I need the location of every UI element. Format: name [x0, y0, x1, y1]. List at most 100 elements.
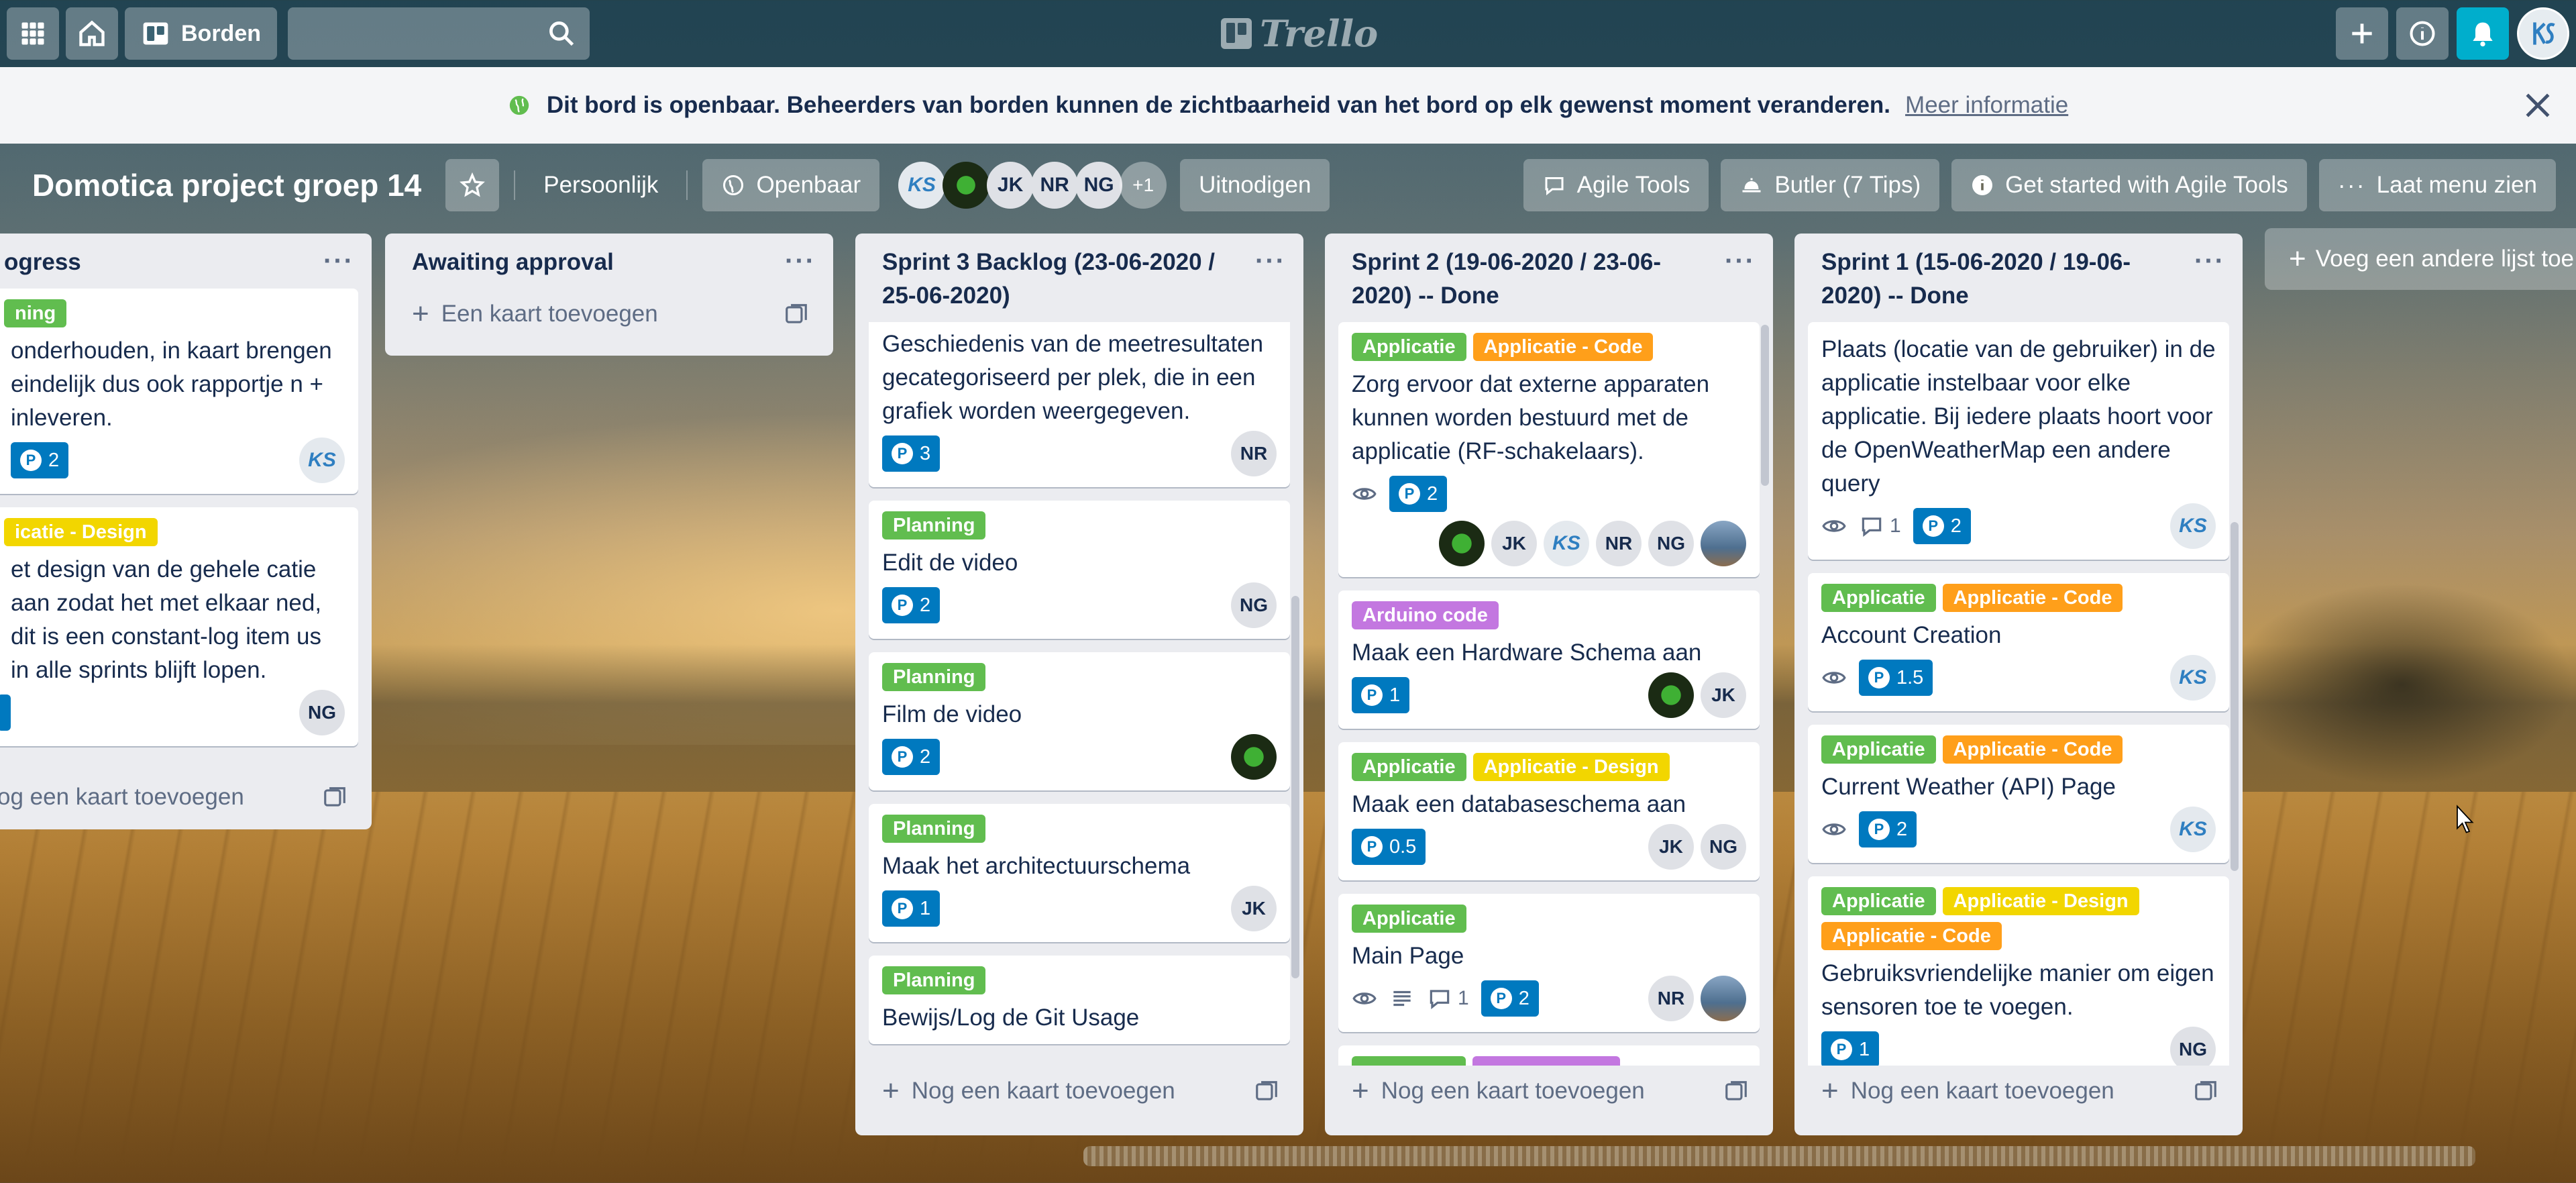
- visibility-button[interactable]: Openbaar: [702, 159, 880, 211]
- card[interactable]: Applicatie Applicatie - Design Maak een …: [1338, 742, 1760, 880]
- add-card-button[interactable]: + Nog een kaart toevoegen: [1325, 1066, 1773, 1121]
- list-menu-icon[interactable]: ···: [323, 244, 354, 278]
- card[interactable]: Applicatie Applicatie - Code Account Cre…: [1808, 573, 2229, 711]
- notifications-button[interactable]: [2457, 7, 2509, 60]
- comments-badge: 1: [1859, 513, 1901, 539]
- list-header[interactable]: Awaiting approval ···: [385, 234, 833, 289]
- card[interactable]: Geschiedenis van de meetresultaten gecat…: [869, 322, 1290, 487]
- close-icon[interactable]: [2520, 87, 2556, 123]
- board-horizontal-scrollbar[interactable]: [1083, 1146, 2475, 1166]
- card-member-avatar[interactable]: JK: [1648, 824, 1694, 870]
- list-menu-icon[interactable]: ···: [785, 244, 816, 278]
- card[interactable]: Planning Edit de video P2 NG: [869, 501, 1290, 639]
- more-members-button[interactable]: +1: [1120, 162, 1167, 209]
- list-header[interactable]: Sprint 1 (15-06-2020 / 19-06-2020) -- Do…: [1794, 234, 2243, 322]
- card-member-avatar[interactable]: JK: [1491, 521, 1537, 566]
- card-member-avatar[interactable]: NR: [1596, 521, 1642, 566]
- apps-button[interactable]: [7, 7, 59, 60]
- card-member-avatar[interactable]: NG: [299, 690, 345, 735]
- add-card-button[interactable]: + Nog een kaart toevoegen: [1794, 1066, 2243, 1121]
- card-member-avatar[interactable]: [1439, 521, 1485, 566]
- card[interactable]: Applicatie Main Page 1 P2 NR: [1338, 894, 1760, 1032]
- card[interactable]: Applicatie Applicatie - Code Zorg ervoor…: [1338, 322, 1760, 577]
- list-header[interactable]: ogress ···: [0, 234, 372, 289]
- add-card-button[interactable]: + Een kaart toevoegen: [385, 289, 833, 344]
- card-member-avatar[interactable]: KS: [299, 438, 345, 483]
- add-card-button[interactable]: og een kaart toevoegen: [0, 772, 372, 827]
- user-avatar[interactable]: [2517, 7, 2569, 60]
- member-avatar-plant[interactable]: [943, 162, 990, 209]
- card-member-avatar[interactable]: NR: [1648, 976, 1694, 1021]
- create-button[interactable]: [2336, 7, 2388, 60]
- card-member-avatar[interactable]: [1648, 672, 1694, 718]
- card-template-icon[interactable]: [2193, 1079, 2218, 1104]
- home-button[interactable]: [66, 7, 118, 60]
- points-icon: P: [1399, 483, 1420, 505]
- list-header[interactable]: Sprint 2 (19-06-2020 / 23-06-2020) -- Do…: [1325, 234, 1773, 322]
- member-avatar-ng[interactable]: NG: [1075, 162, 1123, 209]
- board-title[interactable]: Domotica project groep 14: [32, 167, 421, 203]
- story-points-badge: P1: [1352, 677, 1410, 713]
- story-points-badge: P2: [882, 739, 941, 775]
- card-member-avatar[interactable]: [1701, 976, 1746, 1021]
- card-template-icon[interactable]: [1723, 1079, 1749, 1104]
- card-member-avatar[interactable]: NR: [1231, 431, 1277, 476]
- card-template-icon[interactable]: [784, 302, 809, 327]
- card-member-avatar[interactable]: KS: [2170, 655, 2216, 701]
- list-menu-icon[interactable]: ···: [1255, 244, 1286, 278]
- card[interactable]: icatie - Design et design van de gehele …: [0, 507, 358, 746]
- card[interactable]: Planning Bewijs/Log de Git Usage: [869, 956, 1290, 1044]
- card[interactable]: Plaats (locatie van de gebruiker) in de …: [1808, 322, 2229, 560]
- card-container: Applicatie Applicatie - Code Zorg ervoor…: [1325, 322, 1773, 1066]
- card[interactable]: Applicatie Applicatie - Code Current Wea…: [1808, 725, 2229, 863]
- card-member-avatar[interactable]: JK: [1231, 886, 1277, 931]
- show-menu-button[interactable]: ··· Laat menu zien: [2318, 159, 2556, 211]
- card-member-avatar[interactable]: NG: [2170, 1027, 2216, 1066]
- invite-button[interactable]: Uitnodigen: [1180, 159, 1330, 211]
- list-menu-icon[interactable]: ···: [1725, 244, 1756, 278]
- member-avatar-nr[interactable]: NR: [1031, 162, 1079, 209]
- trello-logo-icon: [1221, 18, 1252, 49]
- get-started-button[interactable]: Get started with Agile Tools: [1951, 159, 2307, 211]
- list-menu-icon[interactable]: ···: [2194, 244, 2225, 278]
- card-member-avatar[interactable]: KS: [1544, 521, 1589, 566]
- card-member-avatar[interactable]: KS: [2170, 807, 2216, 852]
- card-member-avatar[interactable]: NG: [1648, 521, 1694, 566]
- card[interactable]: Planning Film de video P2: [869, 652, 1290, 790]
- info-button[interactable]: [2396, 7, 2449, 60]
- comments-badge: 1: [1427, 986, 1469, 1011]
- list-title: Sprint 2 (19-06-2020 / 23-06-2020) -- Do…: [1352, 249, 1662, 309]
- card-member-avatar[interactable]: [1231, 734, 1277, 780]
- card[interactable]: Arduino code Maak een Hardware Schema aa…: [1338, 590, 1760, 729]
- card-member-avatar[interactable]: NG: [1701, 824, 1746, 870]
- add-card-button[interactable]: + Nog een kaart toevoegen: [855, 1066, 1303, 1121]
- watching-icon: [1821, 817, 1847, 842]
- member-avatar-jk[interactable]: JK: [987, 162, 1034, 209]
- card-member-avatar[interactable]: NG: [1231, 582, 1277, 628]
- search-input[interactable]: [288, 7, 590, 60]
- card[interactable]: [1338, 1045, 1760, 1066]
- star-button[interactable]: [445, 159, 500, 211]
- trello-logo[interactable]: Trello: [1221, 12, 1378, 55]
- add-list-button[interactable]: + Voeg een andere lijst toe: [2265, 228, 2576, 290]
- card[interactable]: Applicatie Applicatie - Design Applicati…: [1808, 876, 2229, 1066]
- card-template-icon[interactable]: [1254, 1079, 1279, 1104]
- card[interactable]: Planning Maak het architectuurschema P1 …: [869, 804, 1290, 942]
- card-template-icon[interactable]: [322, 785, 347, 811]
- banner-more-info-link[interactable]: Meer informatie: [1905, 92, 2068, 119]
- story-points: 1.5: [1896, 666, 1924, 688]
- agile-tools-button[interactable]: Agile Tools: [1523, 159, 1709, 211]
- workspace-button[interactable]: Persoonlijk: [530, 172, 672, 199]
- card[interactable]: ning onderhouden, in kaart brengen einde…: [0, 289, 358, 494]
- card-member-avatar[interactable]: KS: [2170, 503, 2216, 549]
- boards-button[interactable]: Borden: [125, 7, 277, 60]
- card-member-avatar[interactable]: [1701, 521, 1746, 566]
- card-title: onderhouden, in kaart brengen eindelijk …: [11, 338, 332, 431]
- card-member-avatar[interactable]: JK: [1701, 672, 1746, 718]
- list-sprint-3-backlog: Sprint 3 Backlog (23-06-2020 / 25-06-202…: [855, 234, 1303, 1135]
- ks-avatar-icon: [2533, 22, 2555, 45]
- member-avatar-ks[interactable]: KS: [898, 162, 946, 209]
- butler-button[interactable]: Butler (7 Tips): [1721, 159, 1940, 211]
- story-points-badge: P2: [1859, 811, 1917, 847]
- list-header[interactable]: Sprint 3 Backlog (23-06-2020 / 25-06-202…: [855, 234, 1303, 322]
